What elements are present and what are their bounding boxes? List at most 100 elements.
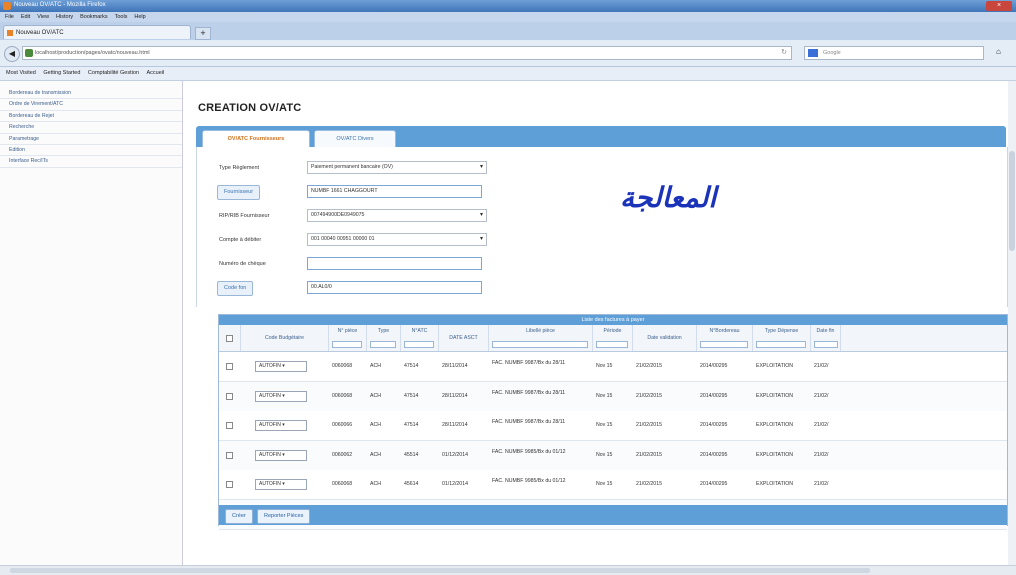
menu-help[interactable]: Help (134, 12, 145, 22)
num-bordereau-cell: 2014/00295 (700, 451, 728, 458)
menu-history[interactable]: History (56, 12, 73, 22)
code-budgetaire-select[interactable]: AUTOFIN ▾ (255, 361, 307, 372)
table-row[interactable]: AUTOFIN ▾ 0060066 ACH 47514 28/11/2014 FAC. N… (219, 411, 1007, 441)
sidebar-item-recherche[interactable]: Recherche (0, 122, 182, 134)
menu-edit[interactable]: Edit (21, 12, 30, 22)
filter-num-bordereau[interactable] (700, 341, 748, 348)
fournisseur-button[interactable]: Fournisseur (217, 185, 261, 200)
browser-tab[interactable]: Nouveau OV/ATC (3, 25, 191, 39)
fournisseur-field[interactable]: NUMBF 1661 CHAGGOURT (307, 185, 482, 198)
grid-footer: Créer Reporter Pièces (219, 505, 1007, 525)
bookmark-most-visited[interactable]: Most Visited (6, 67, 36, 80)
col-num-piece: N° pièce (329, 325, 367, 351)
filter-libelle[interactable] (492, 341, 588, 348)
sidebar-item-parametrage[interactable]: Parametrage (0, 134, 182, 145)
code-budgetaire-select[interactable]: AUTOFIN ▾ (255, 449, 307, 461)
table-row[interactable]: AUTOFIN ▾ 0060068 ACH 45614 01/12/2014 FAC. N… (219, 470, 1007, 500)
row-checkbox[interactable] (226, 481, 233, 488)
row-checkbox[interactable] (226, 451, 233, 459)
col-date-asct[interactable]: DATE ASCT (439, 325, 489, 351)
num-piece-cell: 0060068 (332, 363, 353, 369)
reload-icon[interactable]: ↻ (781, 47, 787, 59)
rib-select[interactable]: 007494900DE0949075 ▾ (307, 209, 487, 222)
scroll-thumb[interactable] (10, 568, 870, 573)
sidebar-item-interface[interactable]: Interface Rec/ITs (0, 156, 182, 168)
row-checkbox[interactable] (226, 363, 233, 370)
date-fin-cell: 21/02/ (814, 392, 829, 399)
filter-num-piece[interactable] (332, 341, 362, 348)
date-validation-cell: 21/02/2015 (636, 363, 662, 369)
window-close-button[interactable]: × (986, 1, 1012, 11)
col-num-atc-label[interactable]: N°ATC (412, 328, 428, 334)
type-reglement-select[interactable]: Paiement permanent bancaire (OV) ▾ (307, 161, 487, 174)
home-icon[interactable]: ⌂ (996, 47, 1001, 56)
periode-cell: Nov 15 (596, 451, 613, 458)
filter-type-depense[interactable] (756, 341, 806, 348)
col-libelle-label[interactable]: Libellé pièce (526, 328, 555, 334)
num-bordereau-cell: 2014/00295 (700, 481, 728, 487)
code-fon-field[interactable]: 00.AL0/0 (307, 281, 482, 294)
date-validation-cell: 21/02/2015 (636, 451, 662, 458)
row-checkbox[interactable] (226, 392, 233, 400)
type-cell: ACH (370, 451, 381, 458)
table-row[interactable]: AUTOFIN ▾ 0060062 ACH 45514 01/12/2014 FAC. N… (219, 440, 1007, 471)
code-fon-button[interactable]: Code fon (217, 281, 254, 296)
scroll-thumb[interactable] (1009, 151, 1015, 251)
menu-bar: File Edit View History Bookmarks Tools H… (0, 12, 1016, 22)
sidebar-item-ordre-virement[interactable]: Ordre de Virement/ATC (0, 99, 182, 111)
bookmark-accueil[interactable]: Accueil (147, 67, 165, 80)
tab-ovatc-divers[interactable]: OV/ATC Divers (314, 130, 396, 147)
row-select-cell (219, 441, 241, 470)
col-type-depense-label[interactable]: Type Dépense (765, 328, 798, 334)
reporter-pieces-button[interactable]: Reporter Pièces (257, 509, 311, 524)
vertical-scrollbar[interactable] (1008, 81, 1016, 565)
sidebar-item-bordereau-transmission[interactable]: Bordereau de transmission (0, 88, 182, 100)
url-bar[interactable]: localhost/production/pages/ovatc/nouveau… (22, 46, 792, 60)
libelle-cell: FAC. NUMBF 9987/Bx du 28/11 (492, 419, 566, 425)
type-cell: ACH (370, 422, 381, 428)
col-periode-label[interactable]: Période (604, 328, 622, 334)
creer-button[interactable]: Créer (225, 509, 253, 524)
sidebar-item-edition[interactable]: Edition (0, 145, 182, 157)
code-budgetaire-select[interactable]: AUTOFIN ▾ (255, 479, 307, 490)
col-type-label[interactable]: Type (378, 328, 389, 334)
col-date-fin-label[interactable]: Date fin (817, 328, 835, 334)
menu-file[interactable]: File (5, 12, 14, 22)
row-select-cell (219, 470, 241, 499)
table-row[interactable]: AUTOFIN ▾ 0060068 ACH 47514 28/11/2014 FAC. N… (219, 381, 1007, 412)
bookmark-comptabilite[interactable]: Comptabilité Gestion (88, 67, 139, 80)
row-checkbox[interactable] (226, 422, 233, 429)
table-row[interactable]: AUTOFIN ▾ 0060068 ACH 47514 28/11/2014 FAC. N… (219, 352, 1007, 382)
bookmark-getting-started[interactable]: Getting Started (43, 67, 80, 80)
filter-type[interactable] (370, 341, 396, 348)
col-num-piece-label[interactable]: N° pièce (338, 328, 358, 334)
col-num-bordereau-label[interactable]: N°Bordereau (709, 328, 739, 334)
type-reglement-label: Type Règlement (219, 165, 260, 171)
code-budgetaire-select[interactable]: AUTOFIN ▾ (255, 420, 307, 431)
col-code-budgetaire[interactable]: Code Budgétaire (241, 325, 329, 351)
menu-tools[interactable]: Tools (115, 12, 128, 22)
numero-cheque-label: Numéro de chèque (219, 261, 266, 267)
col-type: Type (367, 325, 401, 351)
filter-date-fin[interactable] (814, 341, 838, 348)
search-input[interactable]: Google (804, 46, 984, 60)
grid-caption: Liste des factures à payer (219, 315, 1007, 325)
num-atc-cell: 45514 (404, 451, 419, 458)
menu-bookmarks[interactable]: Bookmarks (80, 12, 108, 22)
new-tab-button[interactable]: + (195, 27, 211, 40)
select-all-checkbox[interactable] (226, 335, 233, 342)
compte-select[interactable]: 001 00040 00951 00000 01 ▾ (307, 233, 487, 246)
filter-num-atc[interactable] (404, 341, 434, 348)
date-validation-cell: 21/02/2015 (636, 481, 662, 487)
code-budgetaire-select[interactable]: AUTOFIN ▾ (255, 390, 307, 402)
menu-view[interactable]: View (37, 12, 49, 22)
numero-cheque-field[interactable] (307, 257, 482, 270)
tab-ovatc-fournisseurs[interactable]: OV/ATC Fournisseurs (202, 130, 310, 147)
sidebar-item-bordereau-rejet[interactable]: Bordereau de Rejet (0, 111, 182, 123)
back-button[interactable]: ◀ (4, 46, 20, 62)
filter-periode[interactable] (596, 341, 628, 348)
row-select-cell (219, 411, 241, 440)
num-atc-cell: 47514 (404, 392, 419, 399)
code-budgetaire-cell: AUTOFIN ▾ (241, 470, 329, 499)
col-date-validation[interactable]: Date validation (633, 325, 697, 351)
